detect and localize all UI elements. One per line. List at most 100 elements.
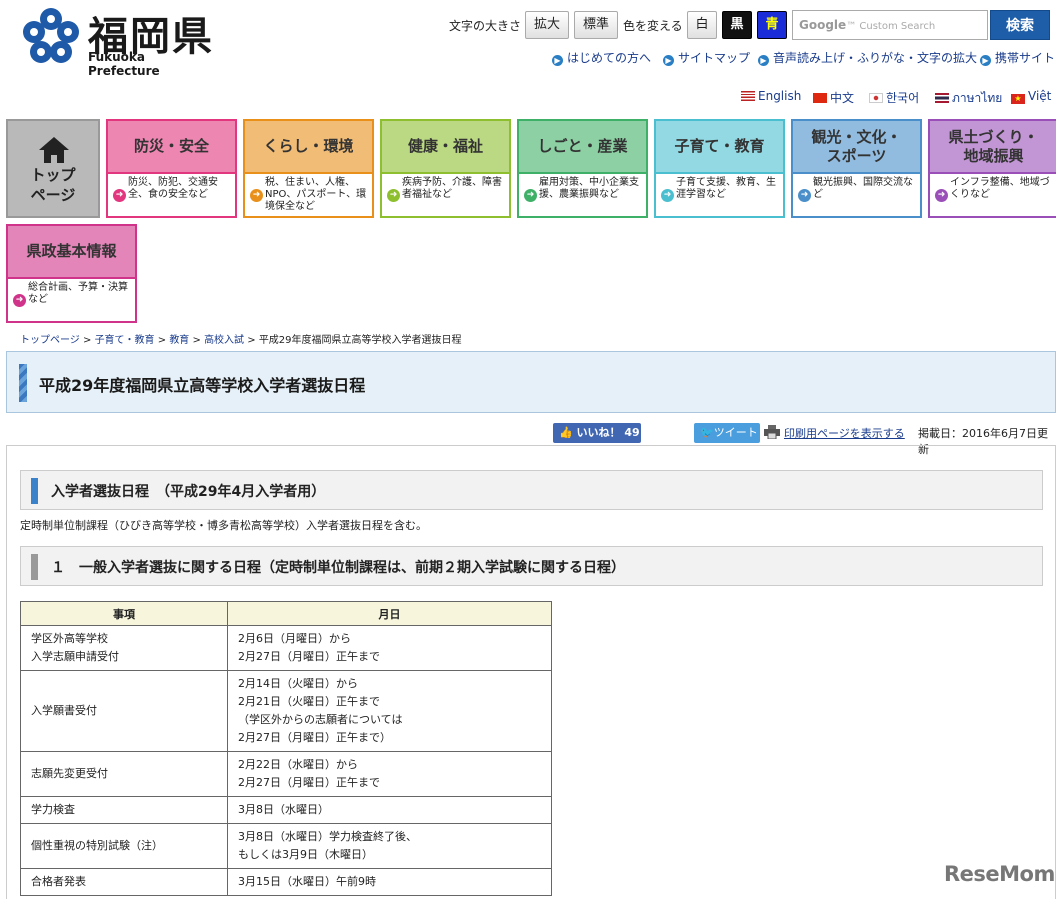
breadcrumb-education[interactable]: 教育 [169,335,189,346]
nav-category-tile[interactable]: 観光・文化・ スポーツ ➜ 観光振興、国際交流など [791,119,922,218]
section-heading-schedule: 入学者選抜日程 （平成29年4月入学者用） [20,470,1043,510]
breadcrumb-current: 平成29年度福岡県立高等学校入学者選抜日程 [258,335,462,346]
color-blue-button[interactable]: 青 [757,11,787,39]
table-cell-item: 志願先変更受付 [20,751,228,797]
facebook-like-button[interactable]: 👍 いいね！ 49 [553,423,641,443]
nav-category-title: 子育て・教育 [656,121,783,174]
link-sitemap[interactable]: ▶ サイトマップ [663,49,750,66]
us-flag-icon [741,91,755,101]
nav-category-tile[interactable]: くらし・環境 ➜ 税、住まい、人権、NPO、パスポート、環境保全など [243,119,374,218]
nav-category-desc: 税、住まい、人権、NPO、パスポート、環境保全など [265,177,367,212]
print-page-link[interactable]: 印刷用ページを表示する [784,425,905,441]
lang-english-label: English [758,89,802,103]
color-white-button[interactable]: 白 [687,11,717,39]
arrow-right-icon: ➜ [661,189,674,202]
nav-category-tile[interactable]: 県土づくり・ 地域振興 ➜ インフラ整備、地域づくりなど [928,119,1056,218]
resemom-watermark: ReseMom [944,862,1055,886]
table-row: 学力検査 3月8日（水曜日） [20,796,552,824]
lang-korean-label: 한국어 [886,91,920,105]
table-cell-date: 2月22日（水曜日）から 2月27日（月曜日）正午まで [227,751,552,797]
link-beginners[interactable]: ▶ はじめての方へ [552,49,651,66]
nav-top-page[interactable]: トップ ページ [6,119,100,218]
lang-chinese-label: 中文 [830,91,855,105]
table-row: 入学願書受付 2月14日（火曜日）から 2月21日（火曜日）正午まで （学区外から… [20,670,552,752]
column-header-date: 月日 [227,601,552,626]
table-header-row: 事項 月日 [20,601,552,626]
thumbs-up-icon: 👍 [559,426,573,439]
nav-category-tile[interactable]: 健康・福祉 ➜ 疾病予防、介護、障害者福祉など [380,119,511,218]
nav-category-tile[interactable]: 県政基本情報 ➜ 総合計画、予算・決算など [6,224,137,323]
lang-chinese[interactable]: 中文 [813,89,854,106]
lang-korean[interactable]: 한국어 [869,89,919,106]
breadcrumb-childcare-education[interactable]: 子育て・教育 [95,335,155,346]
table-row: 個性重視の特別試験（注） 3月8日（水曜日）学力検査終了後、 もしくは3月9日（木… [20,823,552,869]
arrow-right-icon: ➜ [524,189,537,202]
nav-category-tile[interactable]: 防災・安全 ➜ 防災、防犯、交通安全、食の安全など [106,119,237,218]
page-title-box: 平成29年度福岡県立高等学校入学者選抜日程 [6,351,1056,413]
lang-thai-label: ภาษาไทย [952,91,1003,105]
table-cell-item: 学力検査 [20,796,228,824]
enlarge-button[interactable]: 拡大 [525,11,569,39]
nav-category-title: 県土づくり・ 地域振興 [930,121,1056,174]
vn-flag-icon: ★ [1011,94,1025,104]
link-mobile-site[interactable]: ▶ 携帯サイト [980,49,1055,66]
arrow-right-icon: ➜ [13,294,26,307]
schedule-table: 事項 月日 学区外高等学校 入学志願申請受付 2月6日（月曜日）から 2月27日（… [20,601,552,896]
nav-category-title: 県政基本情報 [8,226,135,279]
nav-category-title: 健康・福祉 [382,121,509,174]
breadcrumb-high-school-exam[interactable]: 高校入試 [204,335,244,346]
page: 福岡県 Fukuoka Prefecture 文字の大きさ 拡大 標準 色を変え… [0,0,1056,899]
color-change-label: 色を変える [623,19,683,33]
link-accessibility[interactable]: ▶ 音声読み上げ・ふりがな・文字の拡大 [758,49,977,66]
table-cell-item: 個性重視の特別試験（注） [20,823,228,869]
arrow-right-icon: ▶ [758,55,769,66]
th-flag-icon [935,93,949,103]
table-row: 学区外高等学校 入学志願申請受付 2月6日（月曜日）から 2月27日（月曜日）正午… [20,625,552,671]
lang-vietnamese[interactable]: ★ Việt [1011,89,1051,104]
link-accessibility-label: 音声読み上げ・ふりがな・文字の拡大 [773,51,978,65]
table-row: 志願先変更受付 2月22日（水曜日）から 2月27日（月曜日）正午まで [20,751,552,797]
breadcrumb-home[interactable]: トップページ [20,335,80,346]
lang-english[interactable]: English [741,89,801,103]
search-placeholder: Custom Search [859,21,936,32]
twitter-bird-icon: 🐦 [700,426,714,439]
tweet-label: ツイート [713,426,758,439]
lang-thai[interactable]: ภาษาไทย [935,89,1002,108]
link-beginners-label: はじめての方へ [567,51,652,65]
arrow-right-icon: ➜ [387,189,400,202]
arrow-right-icon: ➜ [250,189,263,202]
nav-category-tile[interactable]: しごと・産業 ➜ 雇用対策、中小企業支援、農業振興など [517,119,648,218]
nav-category-tile[interactable]: 子育て・教育 ➜ 子育て支援、教育、生涯学習など [654,119,785,218]
facebook-like-label: いいね！ 49 [576,426,640,439]
table-cell-item: 学区外高等学校 入学志願申請受付 [20,625,228,671]
nav-top-page-label: トップ ページ [30,166,76,204]
section-heading-general-text: １ 一般入学者選抜に関する日程（定時制単位制課程は、前期２期入学試験に関する日程… [51,560,625,576]
search-button[interactable]: 検索 [990,10,1050,40]
section-heading-schedule-text: 入学者選抜日程 （平成29年4月入学者用） [51,484,326,500]
standard-size-button[interactable]: 標準 [574,11,618,39]
table-cell-date: 3月15日（水曜日）午前9時 [227,868,552,896]
arrow-right-icon: ➜ [935,189,948,202]
arrow-right-icon: ▶ [663,55,674,66]
table-cell-item: 入学願書受付 [20,670,228,752]
tweet-button[interactable]: 🐦ツイート [694,423,760,443]
schedule-table-body: 学区外高等学校 入学志願申請受付 2月6日（月曜日）から 2月27日（月曜日）正午… [20,625,552,896]
google-logo: Google [799,18,847,32]
link-sitemap-label: サイトマップ [678,51,751,65]
lang-vietnamese-label: Việt [1028,89,1052,103]
page-title: 平成29年度福岡県立高等学校入学者選抜日程 [39,376,366,395]
site-logo[interactable]: 福岡県 Fukuoka Prefecture [20,6,220,78]
table-row: 合格者発表 3月15日（水曜日）午前9時 [20,868,552,896]
table-cell-date: 2月14日（火曜日）から 2月21日（火曜日）正午まで （学区外からの志願者につ… [227,670,552,752]
table-cell-date: 3月8日（水曜日） [227,796,552,824]
table-cell-date: 3月8日（水曜日）学力検査終了後、 もしくは3月9日（木曜日） [227,823,552,869]
nav-category-title: 防災・安全 [108,121,235,174]
nav-category-desc: 観光振興、国際交流など [813,177,913,200]
font-size-label: 文字の大きさ [449,19,522,33]
breadcrumb: トップページ > 子育て・教育 > 教育 > 高校入試 > 平成29年度福岡県立… [20,335,462,346]
cn-flag-icon [813,93,827,103]
nav-category-desc: インフラ整備、地域づくりなど [950,177,1050,200]
color-black-button[interactable]: 黒 [722,11,752,39]
search-input[interactable]: Google™ Custom Search [792,10,988,40]
nav-category-desc: 疾病予防、介護、障害者福祉など [402,177,502,200]
